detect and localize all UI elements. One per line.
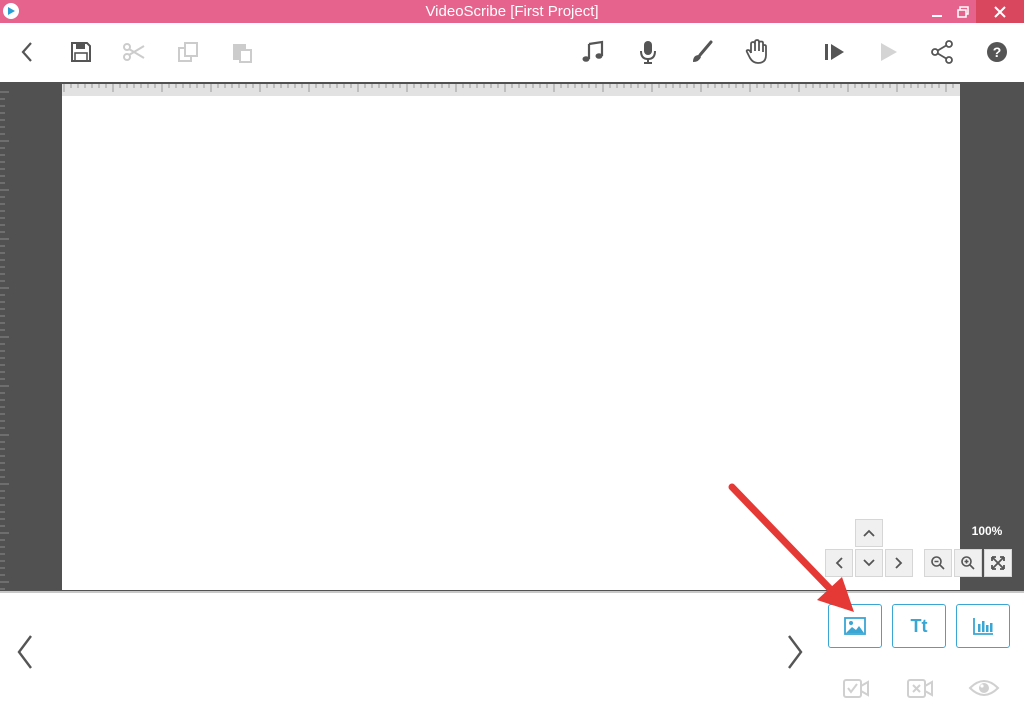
minimize-button[interactable] xyxy=(924,0,950,23)
pan-left-button[interactable] xyxy=(825,549,853,577)
close-icon xyxy=(994,5,1006,18)
add-text-button[interactable]: Tt xyxy=(892,604,946,648)
paste-button[interactable] xyxy=(227,37,257,67)
vertical-ruler xyxy=(0,91,9,590)
paste-icon xyxy=(233,44,252,63)
title-bar: VideoScribe [First Project] xyxy=(0,0,1024,23)
play-button[interactable] xyxy=(873,37,903,67)
chevron-left-icon xyxy=(835,557,843,569)
copy-icon xyxy=(178,42,198,62)
play-icon xyxy=(881,43,897,61)
back-icon xyxy=(21,42,32,62)
fit-screen-icon xyxy=(991,556,1005,570)
restore-icon xyxy=(957,5,969,18)
window-title: VideoScribe [First Project] xyxy=(425,3,599,20)
save-icon xyxy=(71,42,91,62)
music-button[interactable] xyxy=(578,37,608,67)
zoom-in-button[interactable] xyxy=(954,549,982,577)
zoom-out-button[interactable] xyxy=(924,549,952,577)
pan-right-button[interactable] xyxy=(885,549,913,577)
camera-x-icon xyxy=(907,679,933,698)
voiceover-button[interactable] xyxy=(633,37,663,67)
pan-up-button[interactable] xyxy=(855,519,883,547)
hand-button[interactable] xyxy=(741,37,771,67)
minimize-icon xyxy=(932,14,942,17)
play-from-icon xyxy=(825,44,844,60)
copy-button[interactable] xyxy=(173,37,203,67)
chevron-right-icon xyxy=(895,557,903,569)
hand-icon xyxy=(745,39,767,64)
chevron-left-icon xyxy=(17,635,32,669)
chart-icon xyxy=(973,618,993,635)
zoom-out-icon xyxy=(931,556,945,570)
pan-down-button[interactable] xyxy=(855,549,883,577)
play-from-button[interactable] xyxy=(819,37,849,67)
chevron-up-icon xyxy=(863,529,875,537)
brush-icon xyxy=(693,40,713,62)
image-icon xyxy=(844,617,866,635)
main-toolbar: ? xyxy=(0,23,1024,82)
camera-set-button[interactable] xyxy=(840,674,872,702)
eye-icon xyxy=(968,680,1000,696)
chevron-right-icon xyxy=(788,635,803,669)
preview-button[interactable] xyxy=(967,674,1001,702)
restore-button[interactable] xyxy=(950,0,976,23)
music-icon xyxy=(582,40,604,62)
zoom-in-icon xyxy=(961,556,975,570)
background-brush-button[interactable] xyxy=(687,37,717,67)
add-image-button[interactable] xyxy=(828,604,882,648)
add-text-label: Tt xyxy=(910,615,928,636)
fit-screen-button[interactable] xyxy=(984,549,1012,577)
cut-button[interactable] xyxy=(119,37,149,67)
help-icon: ? xyxy=(987,42,1007,62)
cut-icon xyxy=(123,43,145,61)
add-chart-button[interactable] xyxy=(956,604,1010,648)
share-button[interactable] xyxy=(927,37,957,67)
zoom-level: 100% xyxy=(962,519,1012,543)
scribe-canvas[interactable] xyxy=(62,96,960,590)
close-button[interactable] xyxy=(976,0,1024,23)
help-button[interactable]: ? xyxy=(982,37,1012,67)
back-button[interactable] xyxy=(12,37,42,67)
camera-check-icon xyxy=(843,679,869,698)
chevron-down-icon xyxy=(863,559,875,567)
share-icon xyxy=(931,40,953,64)
microphone-icon xyxy=(640,41,656,64)
timeline-next-button[interactable] xyxy=(782,634,808,670)
camera-clear-button[interactable] xyxy=(904,674,936,702)
horizontal-ruler xyxy=(62,84,960,96)
svg-text:?: ? xyxy=(993,44,1002,60)
save-button[interactable] xyxy=(66,37,96,67)
timeline-prev-button[interactable] xyxy=(12,634,38,670)
